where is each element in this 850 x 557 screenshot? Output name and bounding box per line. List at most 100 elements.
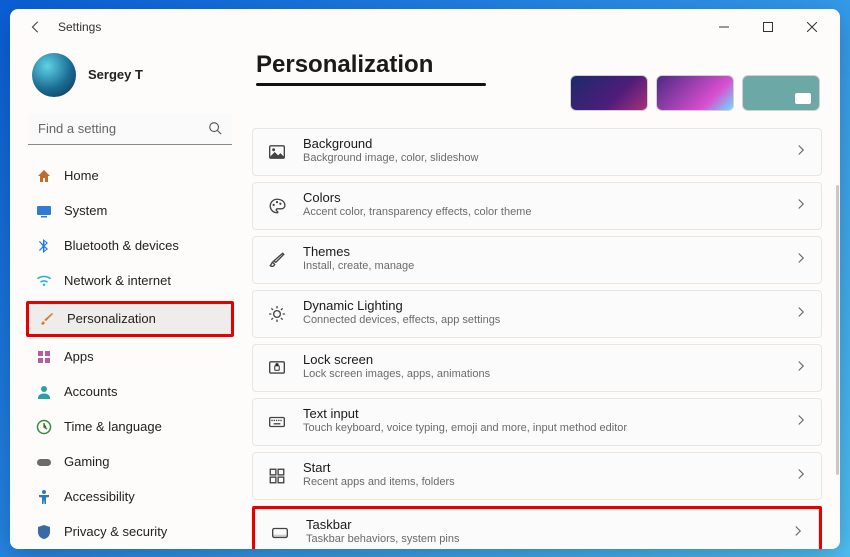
theme-thumbnail[interactable] (742, 75, 820, 111)
paintbrush-icon (39, 311, 55, 327)
search-box (28, 113, 232, 145)
item-title: Taskbar (306, 518, 776, 533)
item-title: Lock screen (303, 353, 779, 368)
settings-list: BackgroundBackground image, color, slide… (252, 128, 822, 549)
item-taskbar[interactable]: TaskbarTaskbar behaviors, system pins (255, 509, 819, 549)
user-name: Sergey T (88, 67, 143, 82)
main-panel: Personalization BackgroundBackground ima… (242, 45, 840, 549)
title-underline (256, 83, 486, 86)
sidebar-item-home[interactable]: Home (26, 159, 234, 193)
sidebar-item-label: System (64, 203, 107, 218)
highlight-personalization: Personalization (26, 301, 234, 337)
search-input[interactable] (28, 113, 232, 145)
item-title: Themes (303, 245, 779, 260)
item-subtitle: Lock screen images, apps, animations (303, 368, 779, 382)
sidebar-item-label: Home (64, 168, 99, 183)
sidebar-item-label: Bluetooth & devices (64, 238, 179, 253)
clock-icon (36, 419, 52, 435)
sidebar-item-label: Network & internet (64, 273, 171, 288)
sidebar-item-gaming[interactable]: Gaming (26, 445, 234, 479)
close-button[interactable] (790, 12, 834, 42)
start-icon (267, 466, 287, 486)
apps-icon (36, 349, 52, 365)
sidebar-item-label: Accounts (64, 384, 117, 399)
item-themes[interactable]: ThemesInstall, create, manage (252, 236, 822, 284)
avatar (32, 53, 76, 97)
sidebar-item-label: Gaming (64, 454, 110, 469)
sidebar-item-personalization[interactable]: Personalization (29, 304, 231, 334)
chevron-right-icon (795, 305, 807, 323)
sidebar-item-label: Personalization (67, 311, 156, 326)
sidebar-item-bluetooth[interactable]: Bluetooth & devices (26, 229, 234, 263)
sidebar-item-label: Apps (64, 349, 94, 364)
lock-screen-icon (267, 358, 287, 378)
gamepad-icon (36, 454, 52, 470)
theme-thumbnails (570, 75, 820, 111)
minimize-icon (719, 22, 729, 32)
arrow-left-icon (29, 20, 43, 34)
item-title: Colors (303, 191, 779, 206)
sidebar-item-system[interactable]: System (26, 194, 234, 228)
item-title: Background (303, 137, 779, 152)
item-subtitle: Background image, color, slideshow (303, 152, 779, 166)
highlight-taskbar: TaskbarTaskbar behaviors, system pins (252, 506, 822, 549)
chevron-right-icon (795, 359, 807, 377)
brush-icon (267, 250, 287, 270)
sidebar-item-accessibility[interactable]: Accessibility (26, 480, 234, 514)
user-block[interactable]: Sergey T (26, 45, 234, 111)
sidebar-item-privacy[interactable]: Privacy & security (26, 515, 234, 549)
shield-icon (36, 524, 52, 540)
window-title: Settings (58, 20, 101, 34)
back-button[interactable] (22, 13, 50, 41)
sidebar-item-apps[interactable]: Apps (26, 340, 234, 374)
keyboard-icon (267, 412, 287, 432)
maximize-button[interactable] (746, 12, 790, 42)
item-colors[interactable]: ColorsAccent color, transparency effects… (252, 182, 822, 230)
palette-icon (267, 196, 287, 216)
sidebar-item-label: Privacy & security (64, 524, 167, 539)
maximize-icon (763, 22, 773, 32)
sidebar-item-label: Accessibility (64, 489, 135, 504)
system-icon (36, 203, 52, 219)
accessibility-icon (36, 489, 52, 505)
chevron-right-icon (792, 524, 804, 542)
item-lock-screen[interactable]: Lock screenLock screen images, apps, ani… (252, 344, 822, 392)
item-subtitle: Install, create, manage (303, 260, 779, 274)
chevron-right-icon (795, 467, 807, 485)
settings-window: Settings Sergey T (10, 9, 840, 549)
wifi-icon (36, 273, 52, 289)
chevron-right-icon (795, 413, 807, 431)
item-start[interactable]: StartRecent apps and items, folders (252, 452, 822, 500)
person-icon (36, 384, 52, 400)
search-icon (208, 121, 222, 140)
scrollbar[interactable] (836, 185, 839, 475)
sidebar-item-label: Time & language (64, 419, 162, 434)
item-background[interactable]: BackgroundBackground image, color, slide… (252, 128, 822, 176)
item-text-input[interactable]: Text inputTouch keyboard, voice typing, … (252, 398, 822, 446)
item-dynamic-lighting[interactable]: Dynamic LightingConnected devices, effec… (252, 290, 822, 338)
theme-thumbnail[interactable] (570, 75, 648, 111)
item-subtitle: Recent apps and items, folders (303, 476, 779, 490)
home-icon (36, 168, 52, 184)
chevron-right-icon (795, 251, 807, 269)
close-icon (807, 22, 817, 32)
titlebar: Settings (10, 9, 840, 45)
item-title: Text input (303, 407, 779, 422)
sidebar-nav: Home System Bluetooth & devices Network … (26, 159, 234, 549)
item-subtitle: Accent color, transparency effects, colo… (303, 206, 779, 220)
brightness-icon (267, 304, 287, 324)
picture-icon (267, 142, 287, 162)
sidebar-item-time[interactable]: Time & language (26, 410, 234, 444)
chevron-right-icon (795, 143, 807, 161)
sidebar-item-accounts[interactable]: Accounts (26, 375, 234, 409)
taskbar-icon (270, 523, 290, 543)
chevron-right-icon (795, 197, 807, 215)
sidebar-item-network[interactable]: Network & internet (26, 264, 234, 298)
item-title: Dynamic Lighting (303, 299, 779, 314)
item-subtitle: Taskbar behaviors, system pins (306, 533, 776, 547)
item-subtitle: Connected devices, effects, app settings (303, 314, 779, 328)
minimize-button[interactable] (702, 12, 746, 42)
item-subtitle: Touch keyboard, voice typing, emoji and … (303, 422, 779, 436)
sidebar: Sergey T Home System Blu (10, 45, 242, 549)
theme-thumbnail[interactable] (656, 75, 734, 111)
